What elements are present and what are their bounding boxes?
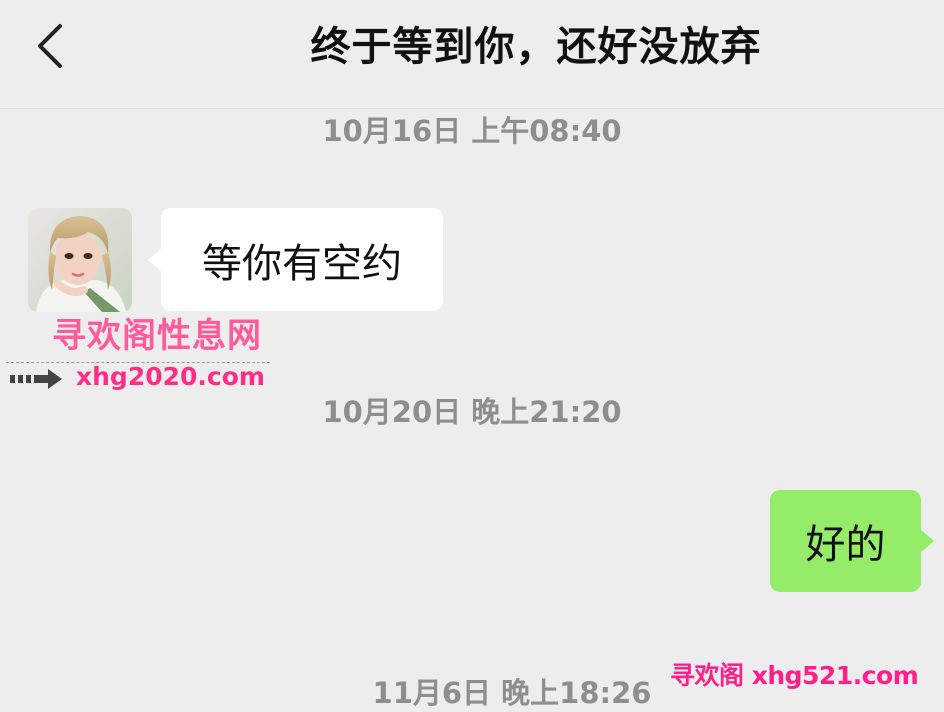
message-timestamp: 10月20日 晚上21:20 bbox=[322, 395, 622, 429]
incoming-message-bubble[interactable]: 等你有空约 bbox=[148, 208, 443, 311]
chat-title: 终于等到你，还好没放弃 bbox=[310, 24, 762, 70]
arrow-right-icon bbox=[10, 369, 62, 389]
message-text: 好的 bbox=[805, 522, 886, 568]
contact-avatar[interactable] bbox=[28, 208, 132, 312]
watermark-brand: 寻欢阁性息网 bbox=[52, 316, 262, 356]
watermark-corner: 寻欢阁 xhg521.com bbox=[670, 661, 919, 690]
watermark-url: xhg2020.com bbox=[76, 362, 265, 391]
avatar-image bbox=[28, 208, 132, 312]
message-timestamp: 10月16日 上午08:40 bbox=[322, 114, 622, 148]
chat-header: 终于等到你，还好没放弃 bbox=[0, 0, 944, 109]
message-text: 等你有空约 bbox=[202, 240, 402, 287]
outgoing-message-bubble[interactable]: 好的 bbox=[770, 490, 934, 592]
